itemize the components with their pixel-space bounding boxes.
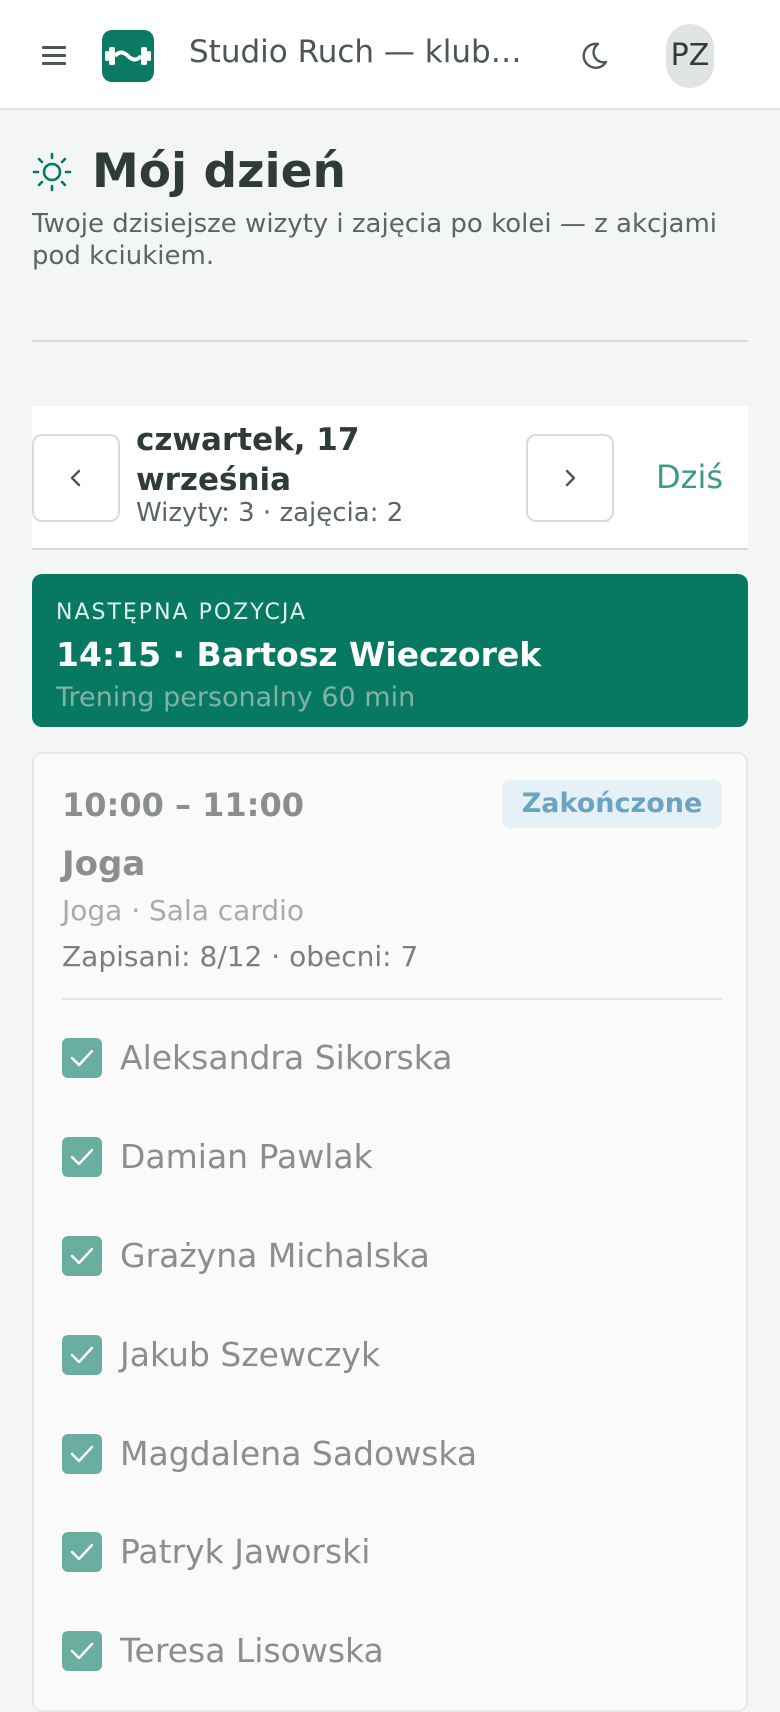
chevron-left-icon [70, 469, 81, 487]
sun-icon [32, 152, 72, 192]
next-item-eyebrow: NASTĘPNA POZYCJA [56, 600, 307, 625]
class-meta: Joga · Sala cardio [62, 894, 305, 927]
attendance-checkbox[interactable] [62, 1631, 102, 1671]
check-icon [70, 1247, 94, 1265]
check-icon [70, 1543, 94, 1561]
attendance-checkbox[interactable] [62, 1335, 102, 1375]
attendee-name: Patryk Jaworski [120, 1532, 371, 1571]
attendee-name: Jakub Szewczyk [120, 1335, 381, 1374]
attendee-row[interactable]: Teresa Lisowska [62, 1631, 722, 1671]
theme-toggle-button[interactable] [576, 38, 612, 74]
today-button[interactable]: Dziś [656, 458, 723, 496]
menu-icon [42, 46, 66, 49]
next-item-subtitle: Trening personalny 60 min [56, 682, 416, 713]
chevron-right-icon [565, 469, 576, 487]
class-attendance-count: Zapisani: 8/12 · obecni: 7 [62, 940, 419, 973]
page-subtitle: Twoje dzisiejsze wizyty i zajęcia po kol… [32, 209, 718, 271]
avatar[interactable]: PZ [666, 24, 714, 88]
check-icon [70, 1445, 94, 1463]
divider [32, 340, 748, 342]
attendance-checkbox[interactable] [62, 1137, 102, 1177]
check-icon [70, 1346, 94, 1364]
attendee-row[interactable]: Grażyna Michalska [62, 1236, 722, 1276]
previous-day-button[interactable] [32, 434, 120, 522]
app-title: Studio Ruch — klub… [189, 34, 522, 70]
top-app-bar: Studio Ruch — klub… PZ [0, 0, 780, 110]
attendee-row[interactable]: Magdalena Sadowska [62, 1434, 722, 1474]
attendee-row[interactable]: Patryk Jaworski [62, 1532, 722, 1572]
divider [62, 998, 722, 1000]
attendance-checkbox[interactable] [62, 1532, 102, 1572]
attendee-row[interactable]: Jakub Szewczyk [62, 1335, 722, 1375]
class-card: 10:00 – 11:00 Zakończone Joga Joga · Sal… [32, 752, 748, 1712]
attendee-name: Aleksandra Sikorska [120, 1038, 453, 1077]
attendee-name: Magdalena Sadowska [120, 1434, 478, 1473]
attendee-row[interactable]: Aleksandra Sikorska [62, 1038, 722, 1078]
attendee-row[interactable]: Damian Pawlak [62, 1137, 722, 1177]
check-icon [70, 1049, 94, 1067]
class-time: 10:00 – 11:00 [62, 786, 304, 824]
moon-icon [582, 42, 608, 69]
attendee-name: Damian Pawlak [120, 1137, 373, 1176]
attendance-checkbox[interactable] [62, 1038, 102, 1078]
dumbbell-logo-icon[interactable] [102, 30, 154, 82]
next-day-button[interactable] [526, 434, 614, 522]
attendee-name: Teresa Lisowska [120, 1631, 384, 1670]
attendance-checkbox[interactable] [62, 1236, 102, 1276]
attendance-checkbox[interactable] [62, 1434, 102, 1474]
next-item-title: 14:15 · Bartosz Wieczorek [56, 635, 542, 674]
date-navigator: czwartek, 17 września Wizyty: 3 · zajęci… [32, 406, 748, 550]
date-summary: Wizyty: 3 · zajęcia: 2 [136, 498, 404, 528]
check-icon [70, 1148, 94, 1166]
page-title: Mój dzień [92, 144, 346, 199]
menu-button[interactable] [38, 40, 70, 72]
status-badge: Zakończone [502, 780, 722, 828]
next-item-card[interactable]: NASTĘPNA POZYCJA 14:15 · Bartosz Wieczor… [32, 574, 748, 727]
attendee-name: Grażyna Michalska [120, 1236, 430, 1275]
check-icon [70, 1642, 94, 1660]
class-name: Joga [62, 844, 146, 884]
current-date: czwartek, 17 września [136, 422, 360, 498]
